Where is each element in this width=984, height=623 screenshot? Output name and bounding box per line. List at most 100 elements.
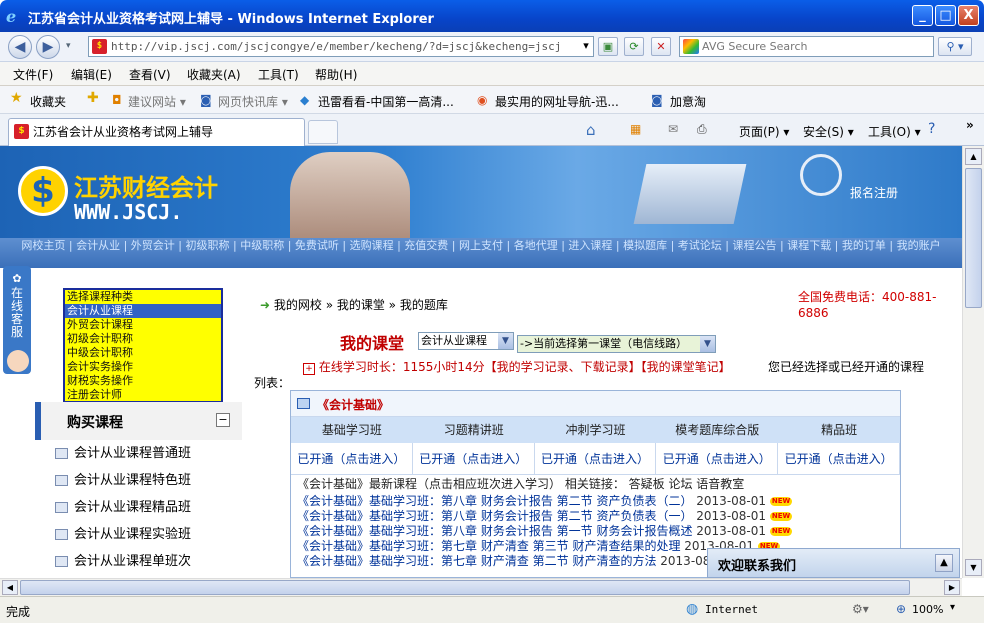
enter-class-link[interactable]: 已开通（点击进入） xyxy=(535,443,657,474)
site-banner: $ 江苏财经会计 WWW.JSCJ. 报名注册 xyxy=(0,146,962,238)
buy-course-item[interactable]: 会计从业课程特色班 xyxy=(48,467,242,494)
site-nav-links[interactable]: 网校主页 | 会计从业 | 外贸会计 | 初级职称 | 中级职称 | 免费试听 … xyxy=(21,239,940,252)
course-option[interactable]: 选择课程种类 xyxy=(65,290,221,304)
scroll-left-icon[interactable]: ◀ xyxy=(2,580,18,595)
lesson-title[interactable]: 《会计基础》基础学习班：第七章 财产清查 第三节 财产清查结果的处理 xyxy=(297,539,680,553)
course-option[interactable]: 注册会计师 xyxy=(65,388,221,402)
buy-course-title: 购买课程 xyxy=(67,415,123,431)
breadcrumb-links[interactable]: 我的网校 » 我的课堂 » 我的题库 xyxy=(274,298,448,312)
online-service-widget[interactable]: ✿ 在线客服 xyxy=(3,266,31,374)
fav-navigation[interactable]: 最实用的网址导航-迅... xyxy=(495,93,619,110)
course-option-selected[interactable]: 会计从业课程 xyxy=(65,304,221,318)
protected-mode-icon[interactable]: ⚙▾ xyxy=(852,602,869,616)
menu-tools[interactable]: 工具(T) xyxy=(258,66,299,83)
back-button[interactable]: ◀ xyxy=(8,35,32,59)
tools-menu[interactable]: 工具(O) ▾ xyxy=(868,123,921,140)
hotline: 全国免费电话：400-881-6886 xyxy=(798,290,937,320)
list-label: 列表： xyxy=(254,376,291,390)
home-icon[interactable]: ⌂ xyxy=(586,121,596,139)
course-option[interactable]: 会计实务操作 xyxy=(65,360,221,374)
menu-view[interactable]: 查看(V) xyxy=(129,66,171,83)
chevron-down-icon: ▼ xyxy=(498,333,513,349)
fav-xunlei[interactable]: 迅雷看看-中国第一高清... xyxy=(318,93,454,110)
add-favorite-icon[interactable]: ✚ xyxy=(87,90,99,106)
course-icon xyxy=(55,502,68,513)
lesson-title[interactable]: 《会计基础》基础学习班：第八章 财务会计报告 第二节 资产负债表（二） xyxy=(297,494,692,508)
contact-widget[interactable]: 欢迎联系我们 ▲ xyxy=(707,548,960,578)
course-type-select[interactable]: 选择课程种类 会计从业课程 外贸会计课程 初级会计职称 中级会计职称 会计实务操… xyxy=(63,288,223,403)
maximize-button[interactable]: □ xyxy=(935,5,956,26)
class-header: 冲刺学习班 xyxy=(565,423,626,437)
register-link[interactable]: 报名注册 xyxy=(850,184,898,201)
scroll-down-icon[interactable]: ▼ xyxy=(965,559,982,576)
study-stats-text[interactable]: 在线学习时长：1155小时14分【我的学习记录、下载记录】【我的课堂笔记】 xyxy=(319,360,731,374)
enter-class-link[interactable]: 已开通（点击进入） xyxy=(778,443,900,474)
menu-file[interactable]: 文件(F) xyxy=(13,66,53,83)
search-input[interactable]: AVG Secure Search xyxy=(679,36,934,57)
logo-en: WWW.JSCJ. xyxy=(74,200,183,224)
new-badge: NEW xyxy=(769,497,793,506)
enter-class-link[interactable]: 已开通（点击进入） xyxy=(291,443,413,474)
lesson-item[interactable]: 《会计基础》基础学习班：第八章 财务会计报告 第一节 财务会计报告概述 2013… xyxy=(297,524,900,539)
tab-current[interactable]: $ 江苏省会计从业资格考试网上辅导 xyxy=(8,118,305,146)
fav-jiayitao[interactable]: 加意淘 xyxy=(670,93,706,110)
course-option[interactable]: 外贸会计课程 xyxy=(65,318,221,332)
page-menu[interactable]: 页面(P) ▾ xyxy=(739,123,789,140)
buy-course-item[interactable]: 会计从业课程普通班 xyxy=(48,440,242,467)
zoom-dropdown-icon[interactable]: ▾ xyxy=(950,602,955,613)
chevron-down-icon: ▼ xyxy=(700,336,715,352)
course-option[interactable]: 初级会计职称 xyxy=(65,332,221,346)
line-dropdown[interactable]: ->当前选择第一课堂（电信线路） ▼ xyxy=(517,335,716,353)
vertical-scrollbar[interactable]: ▲ ▼ xyxy=(962,146,984,578)
stop-icon[interactable]: ✕ xyxy=(651,37,671,56)
lesson-item[interactable]: 《会计基础》基础学习班：第八章 财务会计报告 第二节 资产负债表（二） 2013… xyxy=(297,494,900,509)
horizontal-scrollbar[interactable]: ◀ ▶ xyxy=(0,578,962,596)
forward-button[interactable]: ▶ xyxy=(36,35,60,59)
scroll-right-icon[interactable]: ▶ xyxy=(944,580,960,595)
page-icon: ◙ xyxy=(651,93,663,107)
print-icon[interactable]: ⎙ xyxy=(697,122,707,137)
expand-button[interactable]: ▲ xyxy=(935,554,953,572)
safety-menu[interactable]: 安全(S) ▾ xyxy=(803,123,854,140)
favorites-button[interactable]: 收藏夹 xyxy=(30,93,66,110)
menu-edit[interactable]: 编辑(E) xyxy=(71,66,112,83)
feeds-icon[interactable]: ▦ xyxy=(630,122,641,136)
new-tab-button[interactable] xyxy=(308,120,338,144)
buy-course-item[interactable]: 会计从业课程精品班 xyxy=(48,494,242,521)
help-icon[interactable]: ? xyxy=(928,121,935,137)
enter-class-link[interactable]: 已开通（点击进入） xyxy=(656,443,779,474)
menu-help[interactable]: 帮助(H) xyxy=(315,66,357,83)
site-favicon-icon: $ xyxy=(92,39,107,54)
course-option[interactable]: 财税实务操作 xyxy=(65,374,221,388)
collapse-button[interactable]: − xyxy=(216,413,230,427)
course-hint: 您已经选择或已经开通的课程 xyxy=(768,360,925,374)
hscroll-thumb[interactable] xyxy=(20,580,910,595)
scroll-up-icon[interactable]: ▲ xyxy=(965,148,982,165)
menu-favorites[interactable]: 收藏夹(A) xyxy=(187,66,241,83)
buy-course-label: 会计从业课程单班次 xyxy=(74,554,192,569)
buy-course-item[interactable]: 会计从业课程单班次 xyxy=(48,548,242,575)
address-dropdown-icon[interactable]: ▾ xyxy=(576,37,596,56)
course-option[interactable]: 中级会计职称 xyxy=(65,346,221,360)
enter-class-link[interactable]: 已开通（点击进入） xyxy=(413,443,535,474)
chevron-more-icon[interactable]: » xyxy=(966,118,974,132)
scroll-thumb[interactable] xyxy=(965,168,982,308)
history-dropdown-icon[interactable]: ▾ xyxy=(66,41,71,51)
buy-course-label: 会计从业课程特色班 xyxy=(74,473,192,488)
buy-course-item[interactable]: 会计从业课程实验班 xyxy=(48,521,242,548)
fav-suggested-sites[interactable]: 建议网站 ▾ xyxy=(128,93,186,110)
address-input[interactable]: $ http://vip.jscj.com/jscjcongye/e/membe… xyxy=(88,36,594,57)
refresh-icon[interactable]: ⟳ xyxy=(624,37,644,56)
zoom-level[interactable]: 100% xyxy=(912,603,943,616)
lesson-title[interactable]: 《会计基础》基础学习班：第八章 财务会计报告 第一节 财务会计报告概述 xyxy=(297,524,692,538)
compat-view-icon[interactable]: ▣ xyxy=(598,37,618,56)
lesson-title[interactable]: 《会计基础》基础学习班：第八章 财务会计报告 第二节 资产负债表（一） xyxy=(297,509,692,523)
close-button[interactable]: X xyxy=(958,5,979,26)
fav-web-slice[interactable]: 网页快讯库 ▾ xyxy=(218,93,288,110)
mail-icon[interactable]: ✉ xyxy=(668,122,678,136)
lesson-title[interactable]: 《会计基础》基础学习班：第七章 财产清查 第二节 财产清查的方法 xyxy=(297,554,656,568)
search-button[interactable]: ⚲ ▾ xyxy=(938,37,972,56)
lesson-item[interactable]: 《会计基础》基础学习班：第八章 财务会计报告 第二节 资产负债表（一） 2013… xyxy=(297,509,900,524)
course-dropdown[interactable]: 会计从业课程 ▼ xyxy=(418,332,514,350)
minimize-button[interactable]: _ xyxy=(912,5,933,26)
